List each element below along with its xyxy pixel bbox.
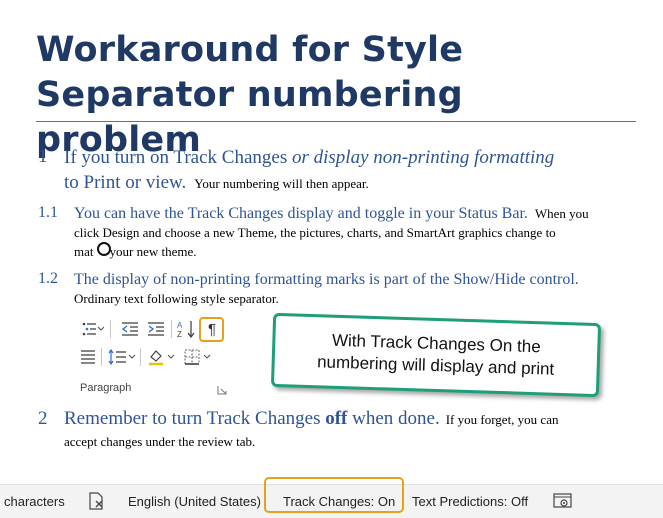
show-hide-highlight [199, 317, 224, 342]
shading-icon[interactable] [146, 346, 178, 368]
heading-number-1-1: 1.1 [38, 204, 58, 221]
paragraph-1-1-body-3a: mat [74, 244, 94, 259]
heading-1-italic: or display non-printing formatting [291, 147, 555, 168]
paragraph-1-1-body-2: click Design and choose a new Theme, the… [74, 225, 556, 240]
heading-number-1-2: 1.2 [38, 270, 58, 287]
ribbon-group-label: Paragraph [80, 382, 132, 394]
paragraph-1-2-body: Ordinary text following style separator. [74, 291, 279, 306]
title-underline [36, 121, 636, 122]
dialog-launcher-icon[interactable] [216, 383, 228, 395]
track-changes-highlight [264, 477, 404, 513]
focus-mode-icon[interactable] [553, 492, 573, 513]
paragraph-1-1-body: When you [534, 206, 589, 221]
title-line-1: Workaround for Style [36, 30, 464, 70]
heading-2-text: Remember to turn Track Changes [64, 408, 326, 429]
paragraph-1: If you turn on Track Changes or display … [64, 146, 654, 196]
line-spacing-icon[interactable] [105, 346, 137, 368]
ribbon-separator [171, 320, 172, 338]
heading-1-1-text: You can have the Track Changes display a… [74, 205, 528, 222]
sort-icon[interactable]: AZ [175, 318, 197, 340]
svg-text:A: A [177, 321, 183, 330]
justify-icon[interactable] [78, 346, 98, 368]
paragraph-2: Remember to turn Track Changes off when … [64, 408, 659, 453]
paragraph-1-2: The display of non-printing formatting m… [74, 270, 659, 308]
paragraph-1-body: Your numbering will then appear. [194, 176, 369, 191]
heading-1-text-2: to Print or view. [64, 172, 187, 193]
multilevel-list-icon[interactable] [80, 318, 106, 340]
proofing-icon[interactable] [87, 492, 107, 513]
heading-2-text-2: when done. [347, 408, 440, 429]
svg-text:Z: Z [177, 330, 182, 338]
heading-1-2-text: The display of non-printing formatting m… [74, 271, 579, 288]
paragraph-2-body-2: accept changes under the review tab. [64, 434, 256, 449]
borders-icon[interactable] [182, 346, 214, 368]
ribbon-separator [140, 348, 141, 366]
paragraph-1-1-body-3b: your new theme. [109, 244, 197, 259]
increase-indent-icon[interactable] [145, 318, 167, 340]
ribbon-separator [101, 348, 102, 366]
heading-2-bold: off [325, 408, 348, 429]
paragraph-2-body: If you forget, you can [445, 412, 559, 427]
word-count-status[interactable]: characters [4, 494, 65, 509]
callout-box: With Track Changes On the numbering will… [270, 312, 602, 398]
document-page[interactable]: Workaround for Style Separator numbering… [0, 0, 663, 484]
heading-1-text: If you turn on Track Changes [64, 147, 292, 168]
ribbon-separator [110, 320, 111, 338]
document-title: Workaround for Style Separator numbering… [36, 28, 636, 163]
paragraph-1-1: You can have the Track Changes display a… [74, 204, 659, 261]
mouse-cursor-icon [97, 242, 111, 256]
language-status[interactable]: English (United States) [128, 494, 261, 509]
text-predictions-status[interactable]: Text Predictions: Off [412, 494, 528, 509]
heading-number-2: 2 [38, 408, 48, 429]
decrease-indent-icon[interactable] [119, 318, 141, 340]
heading-number-1: 1 [38, 146, 48, 167]
